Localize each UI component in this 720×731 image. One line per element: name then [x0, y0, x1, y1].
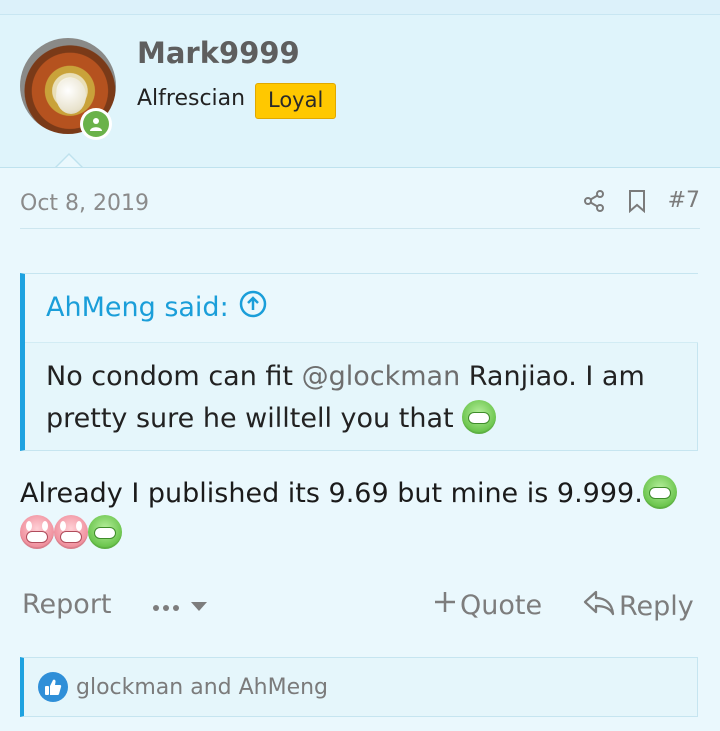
mention-link[interactable]: @glockman — [302, 361, 461, 392]
arrow-up-circle-icon[interactable] — [239, 290, 267, 325]
grin-emoji — [462, 400, 497, 434]
more-options-button[interactable] — [152, 593, 208, 618]
quote-button[interactable]: Quote — [432, 589, 542, 622]
quote-body: No condom can fit @glockman Ranjiao. I a… — [46, 361, 645, 434]
post-date[interactable]: Oct 8, 2019 — [20, 191, 149, 216]
divider — [20, 228, 700, 229]
quote-author[interactable]: AhMeng said: — [46, 292, 229, 323]
post-text: Already I published its 9.69 but mine is… — [20, 478, 643, 509]
post-body: Already I published its 9.69 but mine is… — [20, 474, 700, 554]
reply-button[interactable]: Reply — [583, 589, 694, 624]
caret-down-icon — [190, 593, 208, 618]
plus-icon — [432, 589, 458, 622]
crying-emoji — [54, 515, 88, 549]
post-actions: Report Quote Reply — [20, 585, 700, 629]
username[interactable]: Mark9999 — [137, 36, 300, 70]
report-button[interactable]: Report — [22, 589, 112, 620]
quote-block: AhMeng said: No condom can fit @glockman… — [20, 273, 698, 451]
user-badge: Loyal — [255, 83, 337, 119]
quote-author-link[interactable]: AhMeng said: — [46, 290, 267, 325]
share-icon[interactable] — [582, 189, 606, 213]
grin-emoji — [642, 475, 677, 509]
top-border — [0, 0, 720, 15]
crying-emoji — [20, 515, 54, 549]
reactions-text[interactable]: glockman and AhMeng — [76, 675, 328, 700]
post-tools: #7 — [582, 188, 700, 213]
bookmark-icon[interactable] — [626, 189, 648, 213]
user-title: Alfrescian — [137, 86, 246, 111]
reply-arrow-icon — [583, 589, 615, 624]
grin-emoji — [88, 515, 122, 549]
reactions-bar[interactable]: glockman and AhMeng — [20, 657, 698, 717]
quote-header: AhMeng said: — [25, 274, 698, 343]
header-notch-inner — [57, 155, 81, 167]
online-status-icon — [80, 108, 112, 140]
like-icon — [38, 672, 68, 702]
more-dots-icon — [152, 593, 184, 618]
post-number[interactable]: #7 — [668, 188, 700, 213]
